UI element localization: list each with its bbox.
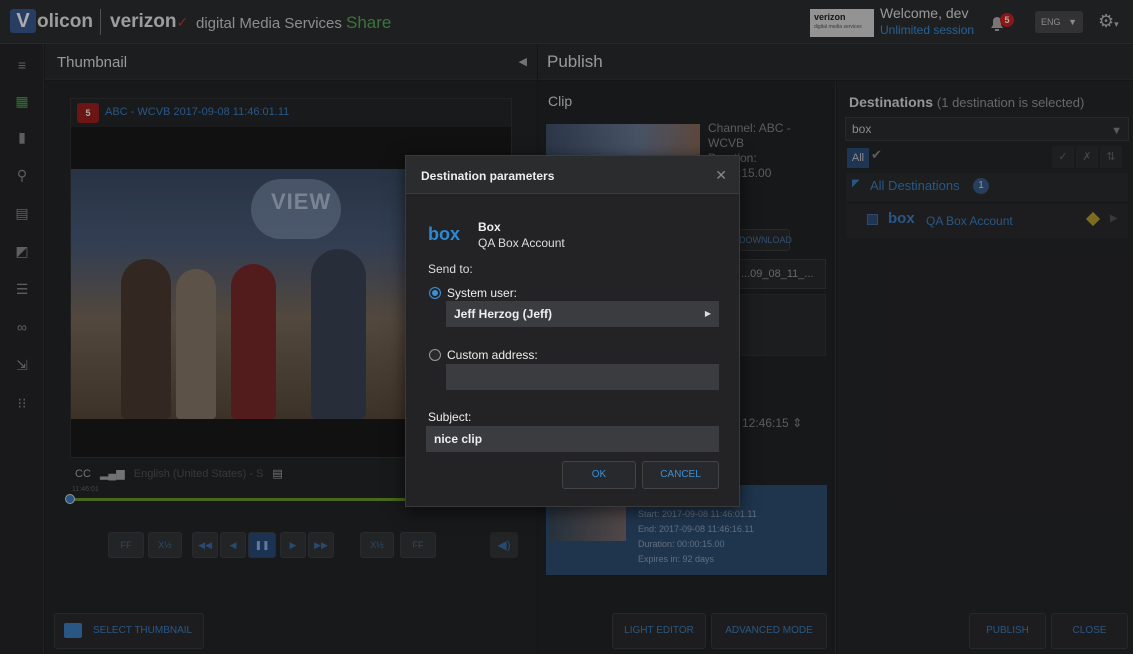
custom-address-radio[interactable]: [429, 349, 441, 361]
subject-label: Subject:: [428, 410, 472, 424]
box-logo-icon: box: [428, 224, 461, 244]
custom-address-label: Custom address:: [447, 348, 538, 362]
system-user-label: System user:: [447, 286, 518, 300]
close-icon[interactable]: ✕: [715, 167, 727, 184]
ok-button[interactable]: OK: [562, 461, 636, 489]
custom-address-input[interactable]: [446, 364, 719, 390]
system-user-select[interactable]: Jeff Herzog (Jeff) ▶: [446, 301, 719, 327]
service-name: Box: [478, 220, 501, 234]
chevron-right-icon: ▶: [704, 309, 711, 318]
system-user-radio[interactable]: [429, 287, 441, 299]
dialog-header: Destination parameters ✕: [406, 156, 739, 194]
dialog-title: Destination parameters: [421, 169, 555, 183]
subject-input[interactable]: nice clip: [426, 426, 719, 452]
send-to-label: Send to:: [428, 262, 473, 276]
destination-parameters-dialog: Destination parameters ✕ box Box QA Box …: [405, 155, 740, 507]
account-name: QA Box Account: [478, 236, 565, 250]
cancel-button[interactable]: CANCEL: [642, 461, 719, 489]
